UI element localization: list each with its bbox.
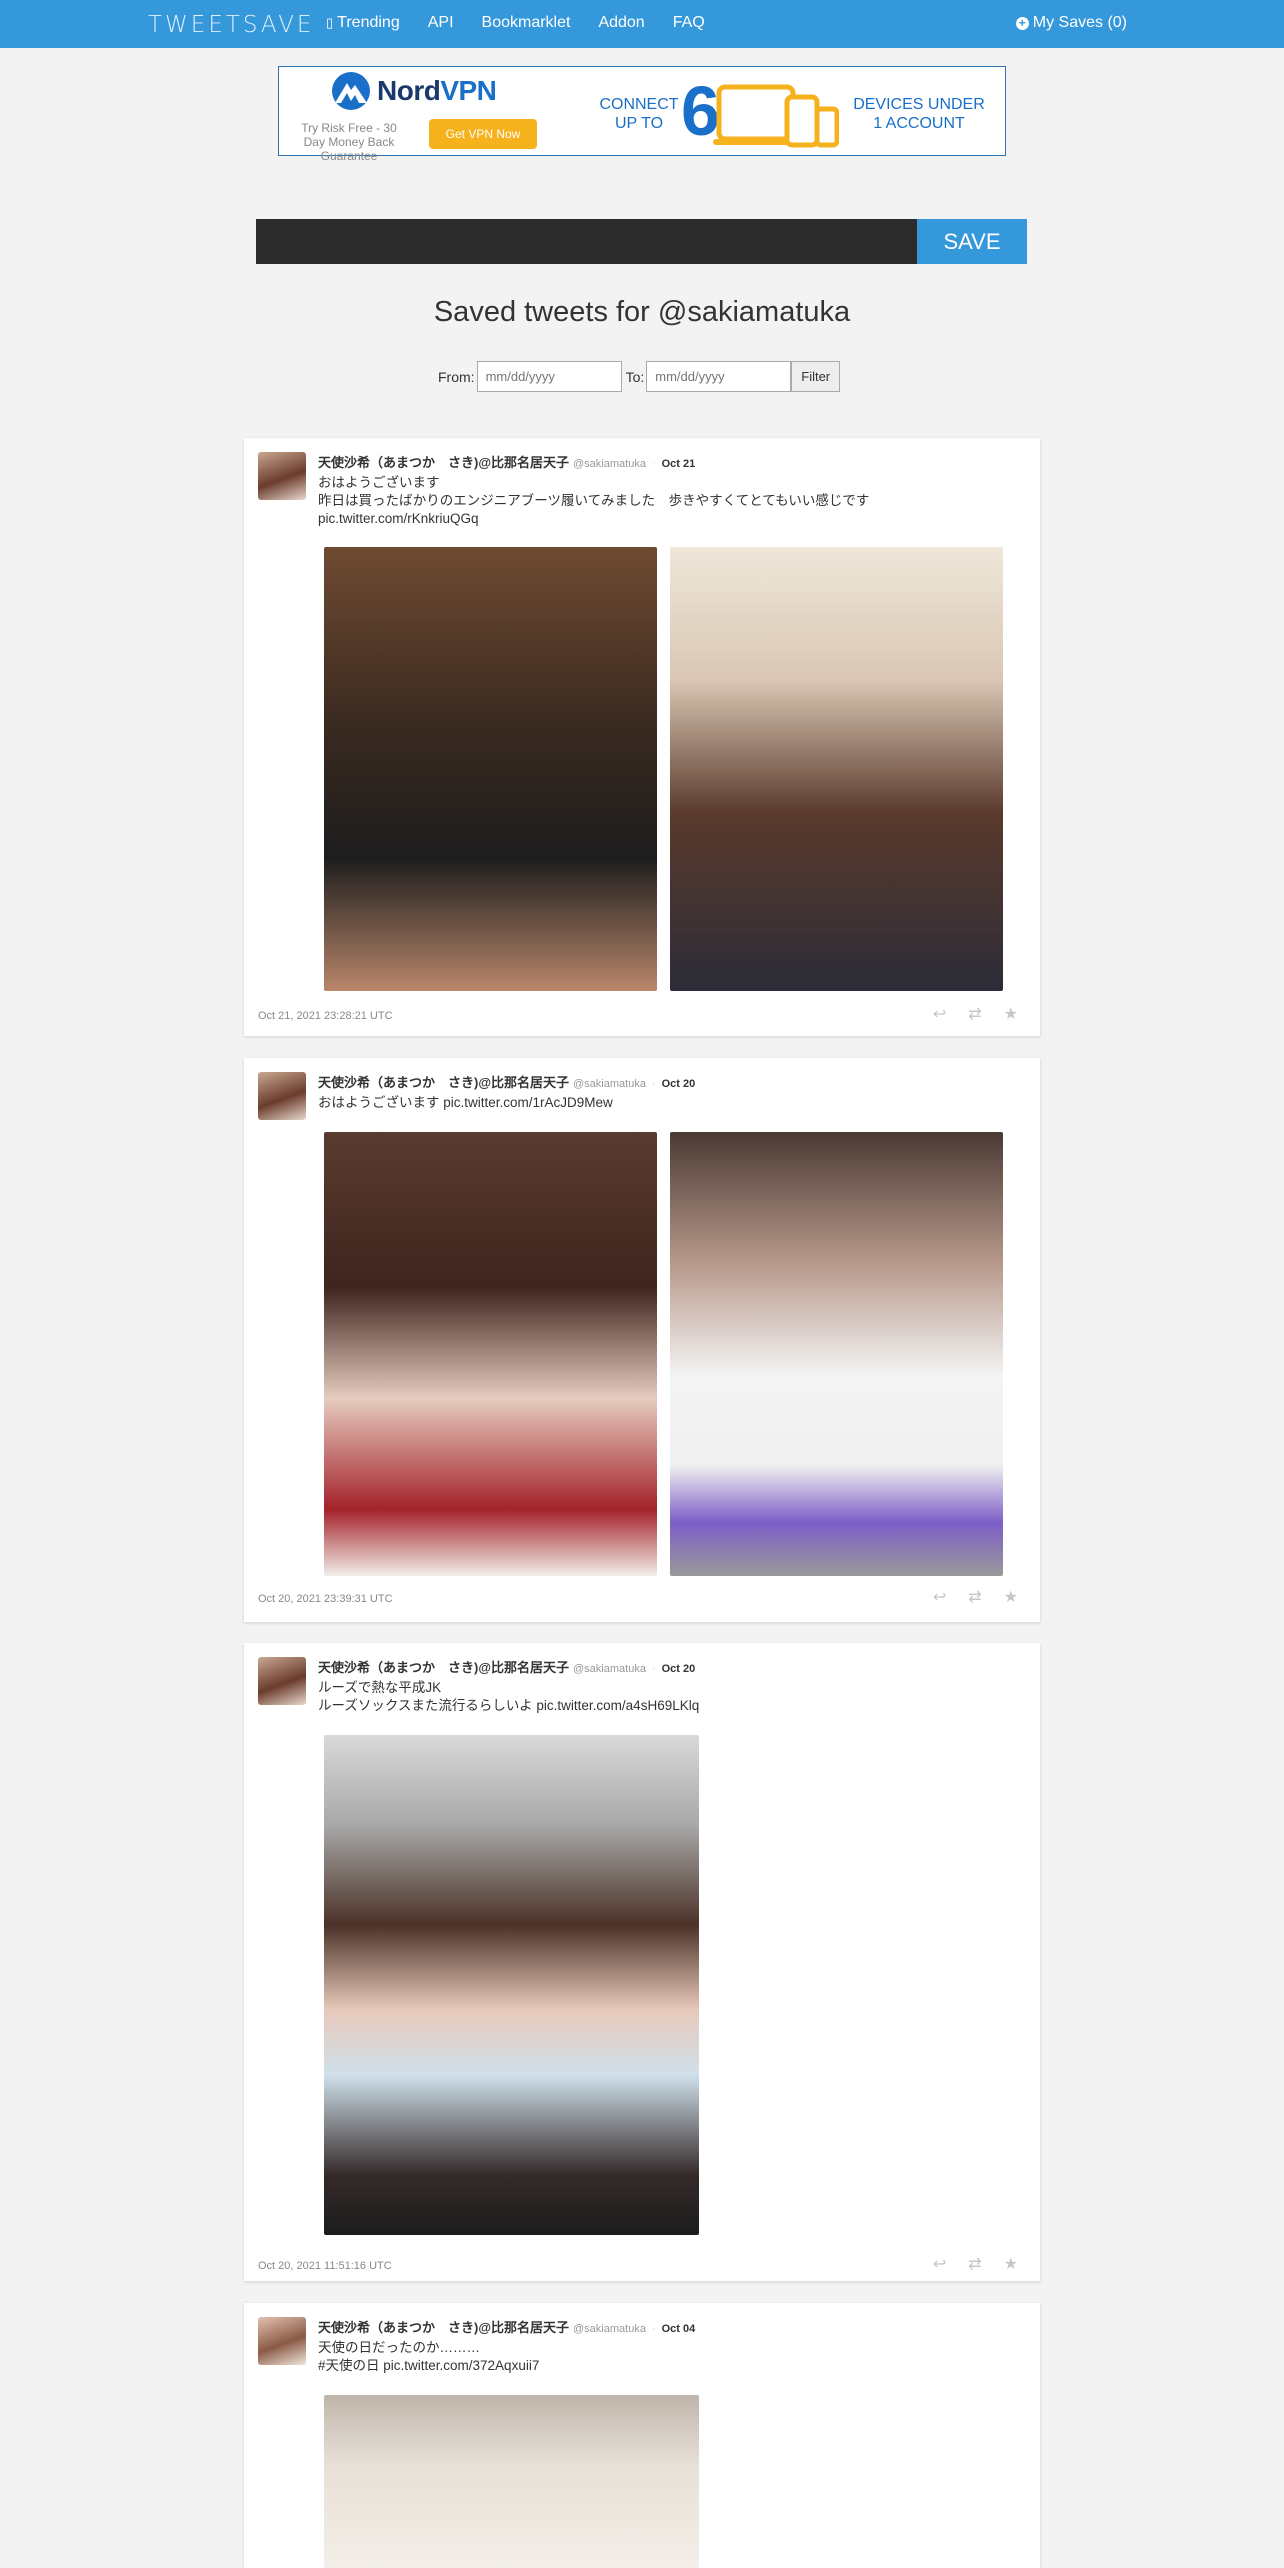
tweet-date[interactable]: Oct 20 — [662, 1663, 696, 1675]
tweet-photo[interactable] — [324, 1735, 699, 2235]
tweet-photo[interactable] — [670, 1132, 1003, 1576]
avatar[interactable] — [258, 1072, 306, 1120]
retweet-icon[interactable]: ⇄ — [968, 1587, 981, 1607]
ad-devices-text: DEVICES UNDER 1 ACCOUNT — [853, 96, 985, 132]
tweet-text: 天使の日だったのか……… #天使の日 pic.twitter.com/372Aq… — [318, 2340, 540, 2373]
ad-get-vpn-button[interactable]: Get VPN Now — [429, 119, 537, 149]
nav-addon[interactable]: Addon — [598, 14, 644, 32]
to-label: To: — [625, 368, 645, 385]
separator-dot: · — [651, 458, 656, 470]
nav-faq[interactable]: FAQ — [673, 14, 705, 32]
tweet-header: 天使沙希（あまつか さき)@比那名居天子 @sakiamatuka · Oct 04 — [318, 2317, 695, 2336]
reply-icon[interactable]: ↩ — [933, 1587, 946, 1607]
tweet-timestamp: Oct 20, 2021 23:39:31 UTC — [258, 1593, 393, 1605]
tweet-card: 天使沙希（あまつか さき)@比那名居天子 @sakiamatuka · Oct 20 … — [244, 1643, 1040, 2281]
star-icon[interactable]: ★ — [1004, 1004, 1018, 1024]
tweet-text: おはようございます 昨日は買ったばかりのエンジニアブーツ履いてみました 歩きやす… — [318, 475, 870, 526]
avatar[interactable] — [258, 1657, 306, 1705]
from-label: From: — [438, 368, 475, 385]
tweet-card: 天使沙希（あまつか さき)@比那名居天子 @sakiamatuka · Oct 21 … — [244, 438, 1040, 1036]
filter-button[interactable]: Filter — [791, 361, 841, 392]
brand-logo[interactable]: TWEETSAVE — [148, 12, 314, 38]
separator-dot: · — [651, 2323, 656, 2335]
avatar[interactable] — [258, 452, 306, 500]
tweet-actions: ↩ ⇄ ★ — [933, 2254, 1018, 2274]
fire-icon: ▯ — [326, 15, 334, 30]
reply-icon[interactable]: ↩ — [933, 1004, 946, 1024]
tweet-author-name[interactable]: 天使沙希（あまつか さき)@比那名居天子 — [318, 455, 569, 470]
tweet-card: 天使沙希（あまつか さき)@比那名居天子 @sakiamatuka · Oct 20 … — [244, 1058, 1040, 1622]
tweet-text: ルーズで熱な平成JK ルーズソックスまた流行るらしいよ pic.twitter.… — [318, 1680, 700, 1713]
star-icon[interactable]: ★ — [1004, 2254, 1018, 2274]
tweet-author-handle[interactable]: @sakiamatuka — [573, 1078, 646, 1090]
nav-api[interactable]: API — [428, 14, 454, 32]
tweet-author-handle[interactable]: @sakiamatuka — [573, 1663, 646, 1675]
tweet-photo[interactable] — [324, 1132, 657, 1576]
tweet-header: 天使沙希（あまつか さき)@比那名居天子 @sakiamatuka · Oct 21 — [318, 452, 695, 471]
tweet-photo[interactable] — [670, 547, 1003, 991]
ad-logo-text: NordVPN — [377, 75, 497, 106]
top-navbar: TWEETSAVE ▯ Trending API Bookmarklet Add… — [0, 0, 1284, 48]
nav-bookmarklet[interactable]: Bookmarklet — [482, 14, 571, 32]
tweet-author-handle[interactable]: @sakiamatuka — [573, 2323, 646, 2335]
tweet-timestamp: Oct 20, 2021 11:51:16 UTC — [258, 2260, 392, 2272]
tweet-date[interactable]: Oct 20 — [662, 1078, 696, 1090]
nordvpn-mountain-icon — [332, 72, 370, 110]
retweet-icon[interactable]: ⇄ — [968, 2254, 981, 2274]
nordvpn-ad-banner[interactable]: NordVPN Try Risk Free - 30 Day Money Bac… — [278, 66, 1006, 163]
tweet-card: 天使沙希（あまつか さき)@比那名居天子 @sakiamatuka · Oct 04 … — [244, 2303, 1040, 2568]
to-date-input[interactable] — [646, 361, 792, 392]
star-icon[interactable]: ★ — [1004, 1587, 1018, 1607]
tweet-actions: ↩ ⇄ ★ — [933, 1004, 1018, 1024]
tweet-actions: ↩ ⇄ ★ — [933, 1587, 1018, 1607]
reply-icon[interactable]: ↩ — [933, 2254, 946, 2274]
tweet-header: 天使沙希（あまつか さき)@比那名居天子 @sakiamatuka · Oct 20 — [318, 1072, 695, 1091]
avatar[interactable] — [258, 2317, 306, 2365]
separator-dot: · — [651, 1078, 656, 1090]
tweet-text: おはようございます pic.twitter.com/1rAcJD9Mew — [318, 1095, 613, 1110]
my-saves-link[interactable]: + My Saves (0) — [1015, 14, 1127, 32]
separator-dot: · — [651, 1663, 656, 1675]
tweet-date[interactable]: Oct 04 — [662, 2323, 696, 2335]
tweet-url-input[interactable] — [256, 219, 917, 264]
tweet-photo[interactable] — [324, 2395, 699, 2568]
nav-links: ▯ Trending API Bookmarklet Addon FAQ — [326, 14, 733, 32]
retweet-icon[interactable]: ⇄ — [968, 1004, 981, 1024]
save-button[interactable]: SAVE — [917, 219, 1027, 264]
ad-subtext: Try Risk Free - 30 Day Money Back Guaran… — [301, 121, 397, 163]
nav-trending-label: Trending — [337, 14, 400, 31]
from-date-input[interactable] — [476, 361, 622, 392]
plus-circle-icon: + — [1015, 16, 1029, 30]
tweet-photo[interactable] — [324, 547, 657, 991]
ad-connect-text: CONNECT UP TO — [599, 96, 679, 132]
tweet-timestamp: Oct 21, 2021 23:28:21 UTC — [258, 1010, 393, 1022]
tweet-header: 天使沙希（あまつか さき)@比那名居天子 @sakiamatuka · Oct 20 — [318, 1657, 695, 1676]
page-title: Saved tweets for @sakiamatuka — [433, 296, 851, 328]
tweet-author-name[interactable]: 天使沙希（あまつか さき)@比那名居天子 — [318, 1660, 569, 1675]
tweet-author-handle[interactable]: @sakiamatuka — [573, 458, 646, 470]
tweet-author-name[interactable]: 天使沙希（あまつか さき)@比那名居天子 — [318, 2320, 569, 2335]
nav-trending[interactable]: ▯ Trending — [326, 14, 400, 32]
date-filter: From: To: Filter — [438, 361, 841, 392]
tweet-date[interactable]: Oct 21 — [662, 458, 696, 470]
save-tweet-form: SAVE — [256, 219, 1027, 264]
my-saves-label: My Saves (0) — [1032, 14, 1127, 31]
tweet-author-name[interactable]: 天使沙希（あまつか さき)@比那名居天子 — [318, 1075, 569, 1090]
devices-icon — [713, 84, 839, 148]
